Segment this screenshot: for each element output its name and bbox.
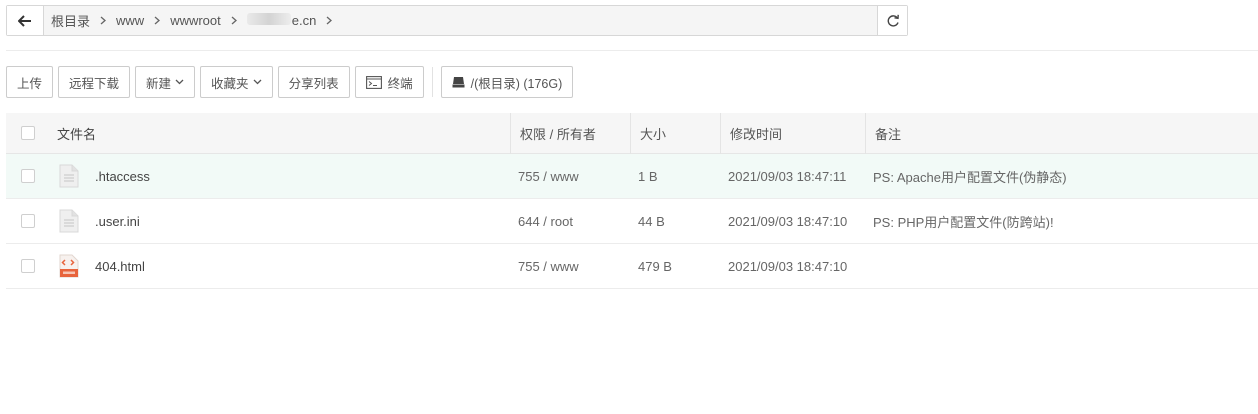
disk-label: /(根目录) (176G): [470, 76, 563, 91]
chevron-right-icon: [154, 16, 161, 25]
share-list-label: 分享列表: [288, 76, 339, 91]
disk-button[interactable]: /(根目录) (176G): [440, 66, 574, 98]
table-header: 文件名 权限 / 所有者 大小 修改时间 备注: [6, 112, 1258, 154]
toolbar: 上传 远程下载 新建 收藏夹 分享列表 终端 /(根目录) (176G): [6, 66, 578, 98]
file-name[interactable]: 404.html: [95, 259, 145, 274]
header-mtime[interactable]: 修改时间: [720, 112, 865, 154]
html-file-icon: [59, 254, 81, 278]
breadcrumb-domain-text: e.cn: [291, 13, 317, 28]
row-checkbox[interactable]: [20, 169, 35, 183]
breadcrumb: 根目录 www wwwroot e.cn: [44, 6, 877, 35]
file-name-cell: 404.html: [49, 254, 510, 278]
terminal-label: 终端: [387, 76, 413, 91]
redacted-text: [246, 13, 291, 25]
remote-download-button[interactable]: 远程下载: [58, 66, 131, 98]
file-note: PS: Apache用户配置文件(伪静态): [873, 169, 1067, 185]
table-row[interactable]: 404.html 755 / www 479 B 2021/09/03 18:4…: [6, 244, 1258, 289]
file-name[interactable]: .user.ini: [95, 214, 140, 229]
breadcrumb-www[interactable]: www: [115, 13, 145, 28]
terminal-button[interactable]: 终端: [354, 66, 424, 98]
row-checkbox[interactable]: [20, 259, 35, 273]
row-select-cell: [6, 259, 49, 273]
file-mtime: 2021/09/03 18:47:11: [728, 168, 847, 184]
file-table: 文件名 权限 / 所有者 大小 修改时间 备注 .htaccess 755 / …: [6, 112, 1258, 289]
refresh-icon: [887, 14, 899, 27]
text-file-icon: [59, 164, 81, 188]
toolbar-divider: [431, 67, 433, 97]
select-all-cell: [6, 126, 49, 140]
new-label: 新建: [146, 76, 172, 91]
chevron-right-icon: [231, 16, 237, 25]
chevron-right-icon: [326, 16, 333, 25]
upload-button[interactable]: 上传: [6, 66, 54, 98]
back-button[interactable]: [7, 6, 44, 35]
chevron-down-icon: [253, 79, 262, 85]
arrow-left-icon: [18, 14, 31, 27]
terminal-icon: [365, 75, 382, 89]
header-name[interactable]: 文件名: [49, 124, 510, 143]
favorites-dropdown-button[interactable]: 收藏夹: [200, 66, 273, 98]
file-name-cell: .htaccess: [49, 164, 510, 188]
table-row[interactable]: .htaccess 755 / www 1 B 2021/09/03 18:47…: [6, 154, 1258, 199]
header-perm[interactable]: 权限 / 所有者: [510, 112, 630, 154]
row-select-cell: [6, 214, 49, 228]
header-note: 备注: [865, 112, 1258, 154]
row-select-cell: [6, 169, 49, 183]
disk-icon: [452, 76, 465, 88]
new-dropdown-button[interactable]: 新建: [135, 66, 196, 98]
file-mtime: 2021/09/03 18:47:10: [728, 258, 848, 274]
file-perm[interactable]: 644 / root: [510, 214, 630, 229]
refresh-button[interactable]: [877, 6, 907, 35]
chevron-right-icon: [100, 16, 107, 25]
file-mtime: 2021/09/03 18:47:10: [728, 213, 848, 229]
header-size[interactable]: 大小: [630, 112, 720, 154]
share-list-button[interactable]: 分享列表: [277, 66, 350, 98]
breadcrumb-wwwroot[interactable]: wwwroot: [169, 13, 222, 28]
select-all-checkbox[interactable]: [20, 126, 35, 140]
divider: [6, 50, 1258, 51]
table-row[interactable]: .user.ini 644 / root 44 B 2021/09/03 18:…: [6, 199, 1258, 244]
text-file-icon: [59, 209, 81, 233]
file-name[interactable]: .htaccess: [95, 169, 150, 184]
file-perm[interactable]: 755 / www: [510, 259, 630, 274]
breadcrumb-domain[interactable]: e.cn: [246, 13, 318, 28]
chevron-down-icon: [175, 79, 184, 85]
file-size: 1 B: [638, 168, 658, 184]
file-size: 44 B: [638, 213, 665, 229]
row-checkbox[interactable]: [20, 214, 35, 228]
file-size: 479 B: [638, 258, 672, 274]
upload-label: 上传: [17, 76, 43, 91]
file-note: PS: PHP用户配置文件(防跨站)!: [873, 214, 1054, 230]
address-bar: 根目录 www wwwroot e.cn: [6, 5, 908, 36]
file-perm[interactable]: 755 / www: [510, 169, 630, 184]
favorites-label: 收藏夹: [211, 76, 249, 91]
breadcrumb-root[interactable]: 根目录: [50, 11, 91, 30]
file-name-cell: .user.ini: [49, 209, 510, 233]
remote-download-label: 远程下载: [69, 76, 120, 91]
